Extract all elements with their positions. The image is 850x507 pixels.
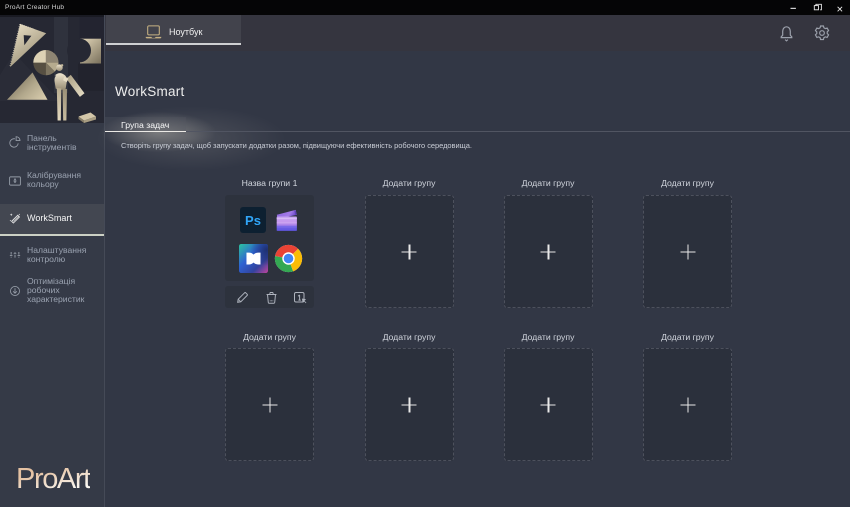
svg-text:Ps: Ps	[245, 213, 261, 228]
